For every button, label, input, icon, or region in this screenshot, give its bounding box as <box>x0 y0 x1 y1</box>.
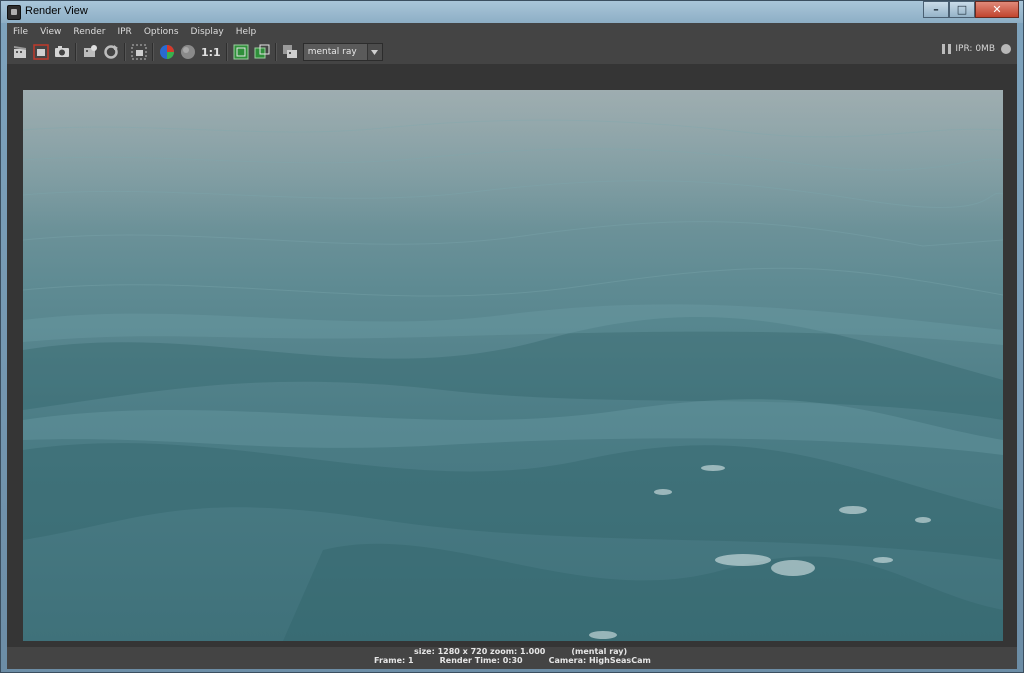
minimize-button[interactable]: – <box>923 1 949 18</box>
menu-file[interactable]: File <box>7 25 34 41</box>
toolbar-separator <box>274 43 277 61</box>
real-size-button[interactable]: 1:1 <box>201 46 221 59</box>
ipr-status: IPR: 0MB <box>942 44 1011 54</box>
frame-label: Frame: 1 <box>374 656 414 665</box>
ipr-memory-label: IPR: 0MB <box>955 44 995 54</box>
render-settings-icon[interactable] <box>282 44 298 60</box>
toolbar-separator <box>75 43 77 61</box>
renderer-value: mental ray <box>307 47 357 57</box>
menu-help[interactable]: Help <box>230 25 263 41</box>
menu-bar: File View Render IPR Options Display Hel… <box>7 25 262 41</box>
menu-display[interactable]: Display <box>185 25 230 41</box>
alpha-channel-icon[interactable] <box>180 44 196 60</box>
window-title: Render View <box>25 5 88 17</box>
rendered-ocean-image <box>23 90 1003 641</box>
menu-options[interactable]: Options <box>138 25 185 41</box>
render-view-window: Render View – □ ✕ File View Render IPR O… <box>0 0 1024 673</box>
image-size-label: size: 1280 x 720 zoom: 1.000 <box>414 647 546 656</box>
close-button[interactable]: ✕ <box>975 1 1019 18</box>
ipr-indicator-icon <box>1001 44 1011 54</box>
render-viewport[interactable] <box>7 64 1017 649</box>
render-time-label: Render Time: 0:30 <box>439 656 523 665</box>
ipr-render-icon[interactable] <box>82 44 98 60</box>
render-view-panel: File View Render IPR Options Display Hel… <box>7 23 1017 669</box>
redo-render-icon[interactable] <box>33 44 49 60</box>
title-bar[interactable]: Render View – □ ✕ <box>1 1 1023 23</box>
render-toolbar: 1:1 mental ray IPR: 0MB <box>7 40 1017 64</box>
toolbar-separator <box>152 43 154 61</box>
snapshot-icon[interactable] <box>54 44 70 60</box>
color-channels-icon[interactable] <box>159 44 175 60</box>
maya-app-icon <box>7 5 21 20</box>
renderer-dropdown[interactable]: mental ray <box>302 43 383 61</box>
pause-icon[interactable] <box>942 44 952 54</box>
toolbar-separator <box>225 43 228 61</box>
maximize-button[interactable]: □ <box>949 1 975 18</box>
menu-view[interactable]: View <box>34 25 67 41</box>
render-status-bar: size: 1280 x 720 zoom: 1.000 (mental ray)… <box>7 647 1017 669</box>
menu-render[interactable]: Render <box>67 25 111 41</box>
menu-ipr[interactable]: IPR <box>111 25 137 41</box>
toolbar-separator <box>124 43 126 61</box>
keep-image-icon[interactable] <box>233 44 249 60</box>
chevron-down-icon <box>366 44 382 60</box>
renderer-label: (mental ray) <box>571 647 628 656</box>
remove-image-icon[interactable] <box>254 44 270 60</box>
region-render-icon[interactable] <box>131 44 147 60</box>
camera-label: Camera: HighSeasCam <box>548 656 651 665</box>
clapper-icon[interactable] <box>12 44 28 60</box>
refresh-icon[interactable] <box>103 44 119 60</box>
